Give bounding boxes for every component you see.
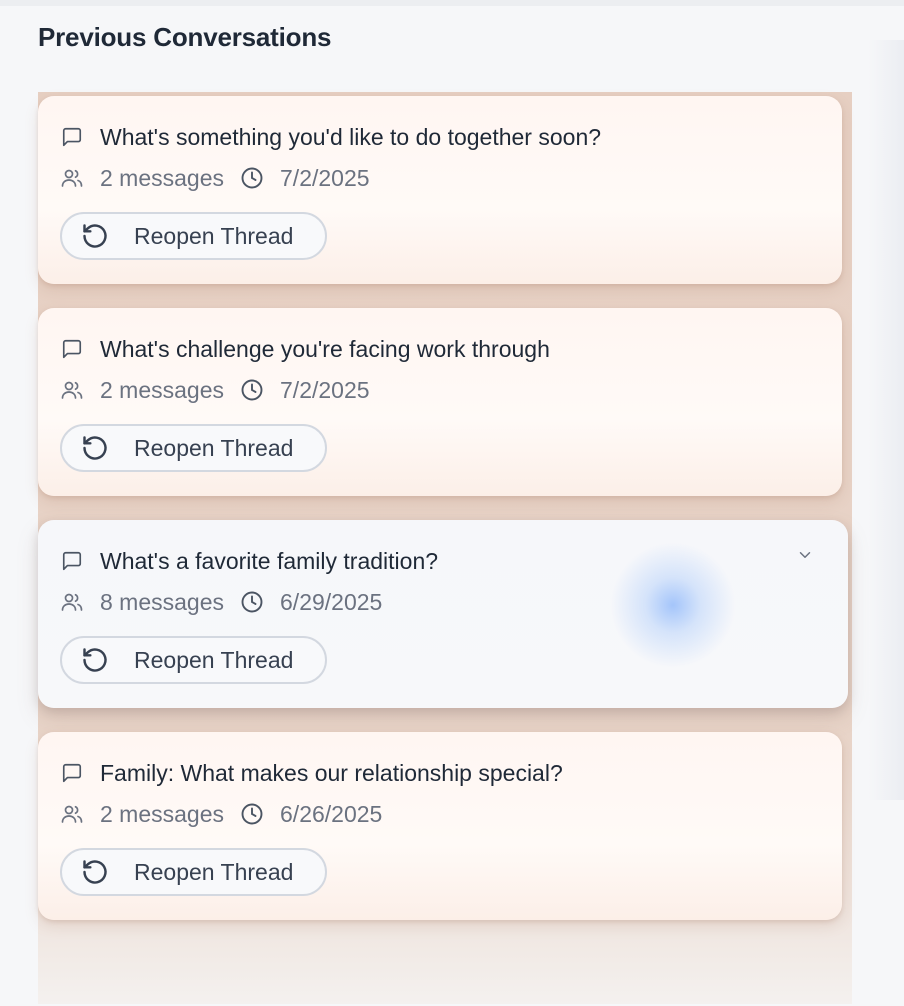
conversation-title: Family: What makes our relationship spec…: [100, 759, 563, 786]
conversation-title: What's something you'd like to do togeth…: [100, 123, 602, 150]
message-square-icon: [60, 761, 84, 785]
top-border: [0, 0, 904, 6]
reopen-thread-button[interactable]: Reopen Thread: [60, 212, 327, 260]
conversation-date: 6/26/2025: [280, 800, 383, 827]
rotate-ccw-icon: [80, 433, 110, 463]
users-icon: [60, 378, 84, 402]
reopen-thread-label: Reopen Thread: [134, 434, 294, 461]
message-square-icon: [60, 125, 84, 149]
message-count: 2 messages: [100, 164, 225, 191]
reopen-thread-button[interactable]: Reopen Thread: [60, 636, 327, 684]
clock-icon: [240, 166, 264, 190]
message-square-icon: [60, 337, 84, 361]
conversation-date: 6/29/2025: [280, 588, 383, 615]
users-icon: [60, 802, 84, 826]
reopen-thread-button[interactable]: Reopen Thread: [60, 848, 327, 896]
conversation-card[interactable]: What's challenge you're facing work thro…: [38, 308, 842, 496]
message-count: 2 messages: [100, 800, 225, 827]
chevron-down-icon[interactable]: [794, 544, 816, 566]
right-edge-shade: [868, 40, 904, 800]
hover-glow: [608, 540, 738, 670]
conversation-date: 7/2/2025: [280, 164, 370, 191]
conversation-title: What's challenge you're facing work thro…: [100, 335, 550, 362]
page-title: Previous Conversations: [38, 22, 332, 52]
conversation-card[interactable]: What's a favorite family tradition? 8 me…: [38, 520, 848, 708]
message-count: 8 messages: [100, 588, 225, 615]
users-icon: [60, 590, 84, 614]
rotate-ccw-icon: [80, 857, 110, 887]
conversation-list: What's something you'd like to do togeth…: [38, 92, 852, 1004]
conversation-card[interactable]: What's something you'd like to do togeth…: [38, 96, 842, 284]
message-count: 2 messages: [100, 376, 225, 403]
clock-icon: [240, 802, 264, 826]
clock-icon: [240, 378, 264, 402]
message-square-icon: [60, 549, 84, 573]
reopen-thread-label: Reopen Thread: [134, 646, 294, 673]
conversation-card[interactable]: Family: What makes our relationship spec…: [38, 732, 842, 920]
conversation-date: 7/2/2025: [280, 376, 370, 403]
reopen-thread-label: Reopen Thread: [134, 858, 294, 885]
clock-icon: [240, 590, 264, 614]
reopen-thread-button[interactable]: Reopen Thread: [60, 424, 327, 472]
rotate-ccw-icon: [80, 645, 110, 675]
users-icon: [60, 166, 84, 190]
rotate-ccw-icon: [80, 221, 110, 251]
reopen-thread-label: Reopen Thread: [134, 222, 294, 249]
conversation-title: What's a favorite family tradition?: [100, 547, 439, 574]
